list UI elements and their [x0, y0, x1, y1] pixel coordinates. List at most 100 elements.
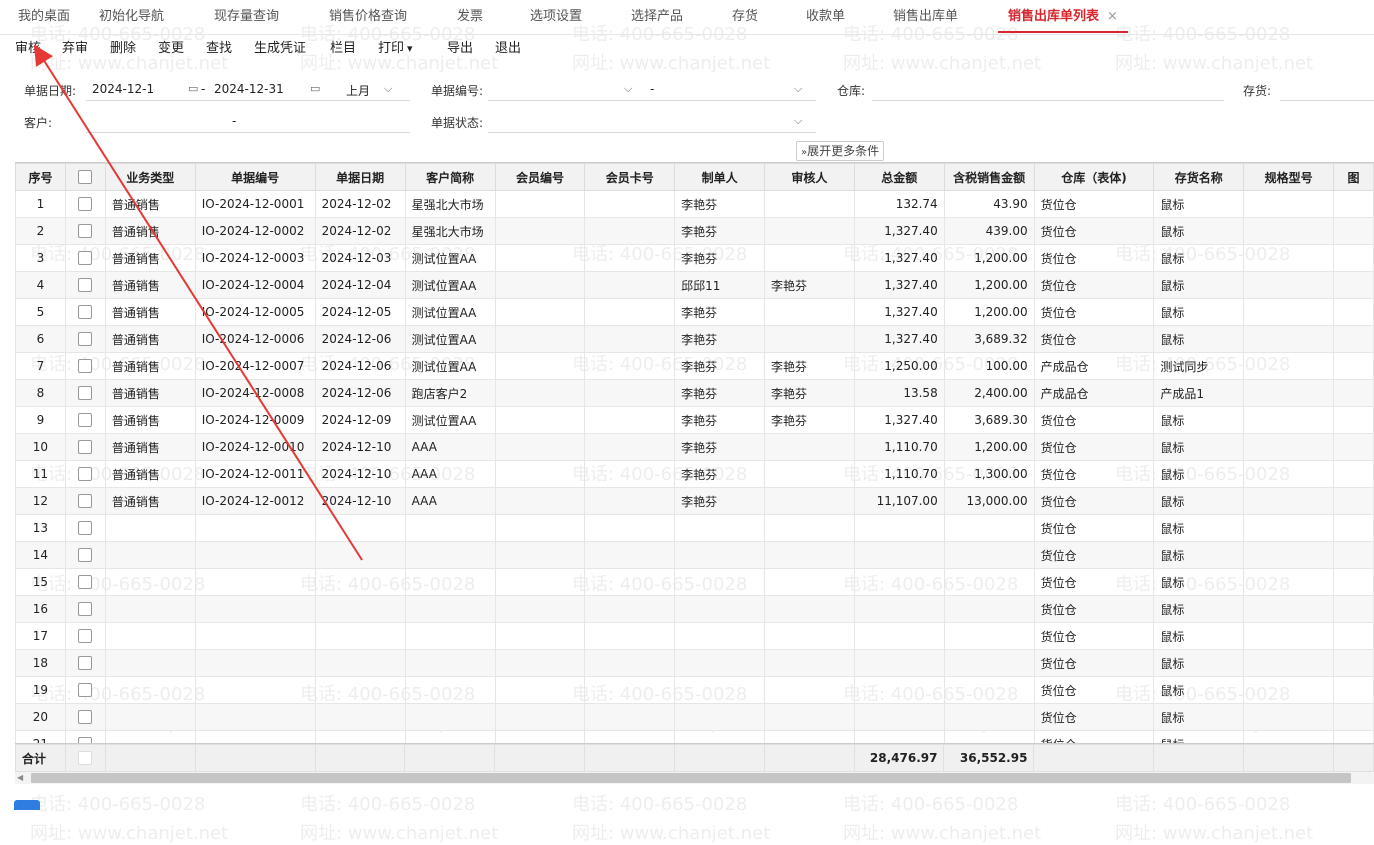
abandon-audit-button[interactable]: 弃审 — [62, 35, 88, 63]
warehouse-input[interactable] — [872, 100, 1224, 101]
table-row[interactable]: 13 货位仓 鼠标 — [15, 514, 1374, 542]
tab-inventory[interactable]: 存货 — [722, 0, 768, 34]
tab-options[interactable]: 选项设置 — [520, 0, 592, 34]
checkbox[interactable] — [78, 386, 93, 401]
checkbox[interactable] — [78, 413, 93, 428]
export-button[interactable]: 导出 — [447, 35, 473, 63]
scroll-left-icon[interactable]: ◀ — [17, 772, 23, 784]
table-cell — [584, 352, 676, 380]
period-select[interactable]: 上月 — [346, 82, 370, 99]
table-row[interactable]: 3 普通销售 IO-2024-12-0003 2024-12-03 测试位置AA 李艳芬 1… — [15, 244, 1374, 272]
horizontal-scrollbar[interactable]: ◀ — [15, 772, 1374, 784]
change-button[interactable]: 变更 — [158, 35, 184, 63]
column-header[interactable]: 制单人 — [674, 163, 765, 191]
checkbox[interactable] — [78, 548, 93, 563]
column-header[interactable]: 会员编号 — [494, 163, 586, 191]
checkbox[interactable] — [78, 656, 93, 671]
select-all-checkbox-header[interactable] — [64, 163, 106, 191]
checkbox[interactable] — [78, 440, 93, 455]
checkbox[interactable] — [78, 575, 93, 590]
table-row[interactable]: 17 货位仓 鼠标 — [15, 622, 1374, 650]
column-header[interactable]: 会员卡号 — [584, 163, 676, 191]
table-row[interactable]: 10 普通销售 IO-2024-12-0010 2024-12-10 AAA 李艳芬 1,1… — [15, 433, 1374, 461]
close-icon[interactable]: × — [1107, 9, 1118, 24]
table-row[interactable]: 5 普通销售 IO-2024-12-0005 2024-12-05 测试位置AA 李艳芬 1… — [15, 298, 1374, 326]
tab-stock-query[interactable]: 现存量查询 — [204, 0, 289, 34]
chevron-down-icon[interactable]: ⌵ — [384, 82, 392, 96]
checkbox[interactable] — [78, 521, 93, 536]
checkbox[interactable] — [78, 332, 93, 347]
checkbox[interactable] — [78, 251, 93, 266]
column-header[interactable]: 存货名称 — [1153, 163, 1245, 191]
checkbox[interactable] — [78, 278, 93, 293]
date-to-input[interactable]: 2024-12-31 — [214, 82, 284, 96]
tab-sales-outbound[interactable]: 销售出库单 — [883, 0, 968, 34]
print-button[interactable]: 打印 ▾ — [378, 35, 413, 63]
checkbox[interactable] — [78, 305, 93, 320]
customer-input[interactable] — [86, 132, 410, 133]
date-from-input[interactable]: 2024-12-1 — [92, 82, 154, 96]
tab-select-product[interactable]: 选择产品 — [621, 0, 693, 34]
column-header[interactable]: 总金额 — [853, 163, 945, 191]
table-row[interactable]: 2 普通销售 IO-2024-12-0002 2024-12-02 星强北大市场 李艳芬 1… — [15, 217, 1374, 245]
tab-init-nav[interactable]: 初始化导航 — [89, 0, 174, 34]
inventory-input[interactable] — [1280, 100, 1374, 101]
table-row[interactable]: 6 普通销售 IO-2024-12-0006 2024-12-06 测试位置AA 李艳芬 1… — [15, 325, 1374, 353]
calendar-icon[interactable]: ▭ — [188, 82, 198, 95]
find-button[interactable]: 查找 — [206, 35, 232, 63]
column-header[interactable]: 单据日期 — [314, 163, 406, 191]
checkbox[interactable] — [78, 197, 93, 212]
tab-desktop[interactable]: 我的桌面 — [8, 0, 80, 34]
columns-button[interactable]: 栏目 — [330, 35, 356, 63]
tab-sales-outbound-list[interactable]: 销售出库单列表 × — [998, 0, 1128, 34]
checkbox[interactable] — [78, 683, 93, 698]
checkbox[interactable] — [78, 710, 93, 725]
checkbox[interactable] — [78, 224, 93, 239]
table-row[interactable]: 4 普通销售 IO-2024-12-0004 2024-12-04 测试位置AA 邱邱11… — [15, 271, 1374, 299]
column-header[interactable]: 仓库（表体) — [1033, 163, 1155, 191]
chevron-down-icon[interactable]: ⌵ — [794, 114, 802, 128]
table-cell: 1,200.00 — [943, 298, 1035, 326]
table-row[interactable]: 14 货位仓 鼠标 — [15, 541, 1374, 569]
table-row[interactable]: 20 货位仓 鼠标 — [15, 703, 1374, 731]
table-row[interactable]: 11 普通销售 IO-2024-12-0011 2024-12-10 AAA 李艳芬 1,1… — [15, 460, 1374, 488]
table-row[interactable]: 15 货位仓 鼠标 — [15, 568, 1374, 596]
checkbox[interactable] — [78, 170, 93, 185]
chevron-down-icon[interactable]: ⌵ — [794, 82, 802, 96]
calendar-icon[interactable]: ▭ — [310, 82, 320, 95]
tab-receipt[interactable]: 收款单 — [796, 0, 855, 34]
checkbox[interactable] — [78, 359, 93, 374]
tab-price-query[interactable]: 销售价格查询 — [319, 0, 417, 34]
checkbox[interactable] — [78, 602, 93, 617]
column-header[interactable]: 业务类型 — [104, 163, 196, 191]
column-header[interactable]: 客户简称 — [404, 163, 496, 191]
table-row[interactable]: 16 货位仓 鼠标 — [15, 595, 1374, 623]
table-row[interactable]: 8 普通销售 IO-2024-12-0008 2024-12-06 跑店客户2 李艳芬 李艳… — [15, 379, 1374, 407]
checkbox[interactable] — [78, 467, 93, 482]
table-row[interactable]: 9 普通销售 IO-2024-12-0009 2024-12-09 测试位置AA 李艳芬李… — [15, 406, 1374, 434]
tab-invoice[interactable]: 发票 — [447, 0, 493, 34]
table-row[interactable]: 19 货位仓 鼠标 — [15, 676, 1374, 704]
billno-input[interactable] — [488, 100, 816, 101]
column-header[interactable]: 单据编号 — [194, 163, 316, 191]
table-row[interactable]: 12 普通销售 IO-2024-12-0012 2024-12-10 AAA 李艳芬 11,… — [15, 487, 1374, 515]
expand-more-button[interactable]: »展开更多条件 — [796, 141, 885, 161]
floating-button[interactable] — [14, 800, 40, 810]
checkbox[interactable] — [78, 629, 93, 644]
delete-button[interactable]: 删除 — [110, 35, 136, 63]
scrollbar-thumb[interactable] — [31, 773, 1351, 783]
table-row[interactable]: 18 货位仓 鼠标 — [15, 649, 1374, 677]
exit-button[interactable]: 退出 — [495, 35, 521, 63]
column-header[interactable]: 图 — [1333, 163, 1374, 191]
column-header[interactable]: 序号 — [15, 163, 66, 191]
column-header[interactable]: 审核人 — [763, 163, 855, 191]
generate-voucher-button[interactable]: 生成凭证 — [254, 35, 306, 63]
status-select[interactable] — [488, 132, 816, 133]
table-row[interactable]: 1 普通销售 IO-2024-12-0001 2024-12-02 星强北大市场 李艳芬 1… — [15, 190, 1374, 218]
table-row[interactable]: 7 普通销售 IO-2024-12-0007 2024-12-06 测试位置AA 李艳芬李… — [15, 352, 1374, 380]
column-header[interactable]: 含税销售金额 — [943, 163, 1035, 191]
column-header[interactable]: 规格型号 — [1243, 163, 1335, 191]
audit-button[interactable]: 审核 — [15, 35, 41, 63]
checkbox[interactable] — [78, 494, 93, 509]
chevron-down-icon[interactable]: ⌵ — [624, 82, 632, 96]
